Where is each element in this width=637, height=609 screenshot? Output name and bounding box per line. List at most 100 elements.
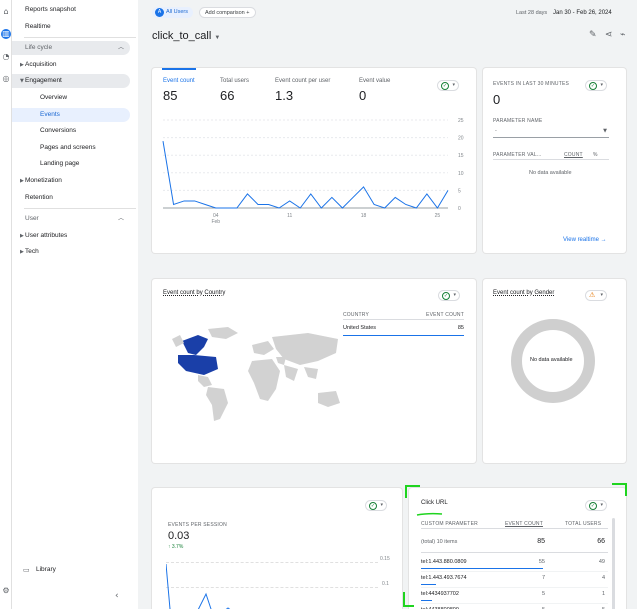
y-tick-label: 15 xyxy=(458,153,464,159)
table-divider xyxy=(493,159,609,160)
reports-sidebar: Reports snapshot Realtime Life cycle ︿ ▶ A… xyxy=(12,0,138,609)
nav-divider xyxy=(24,37,136,38)
folder-icon: ▭ xyxy=(23,566,30,574)
gear-icon[interactable]: ⚙ xyxy=(1,586,11,596)
add-comparison-button[interactable]: Add comparison + xyxy=(199,7,256,18)
nav-life-cycle[interactable]: Life cycle ︿ xyxy=(12,41,130,55)
date-range-picker[interactable]: Jan 30 - Feb 26, 2024 xyxy=(553,10,612,16)
nav-conversions[interactable]: Conversions xyxy=(12,124,130,138)
quality-status-button[interactable]: ✓ ▾ xyxy=(438,290,460,301)
reports-icon[interactable]: ▥ xyxy=(1,29,11,39)
quality-status-button[interactable]: ✓ ▾ xyxy=(437,80,459,91)
country-name[interactable]: United States xyxy=(343,325,376,331)
x-tick-sublabel: Feb xyxy=(211,219,220,225)
column-header[interactable]: EVENT COUNT xyxy=(425,312,464,318)
column-header[interactable]: PARAMETER VAL... xyxy=(493,152,542,158)
y-axis-label: 0.1 xyxy=(382,581,389,587)
check-circle-icon: ✓ xyxy=(369,502,377,510)
home-icon[interactable]: ⌂ xyxy=(1,7,11,17)
nav-engagement[interactable]: ▼ Engagement xyxy=(12,74,130,88)
dropdown-arrow-icon: ▼ xyxy=(603,128,607,134)
nav-library[interactable]: ▭ Library xyxy=(12,563,130,577)
chevron-up-icon: ︿ xyxy=(117,44,124,51)
nav-retention[interactable]: Retention xyxy=(12,191,130,205)
caret-right-icon: ▶ xyxy=(20,249,24,255)
chevron-down-icon: ▾ xyxy=(452,82,455,88)
realtime-value: 0 xyxy=(493,92,501,107)
sessions-value: 0.03 xyxy=(168,530,190,542)
metric-label[interactable]: Total users xyxy=(220,78,249,84)
quality-status-button[interactable]: ✓ ▾ xyxy=(585,80,607,91)
report-main: A All Users Add comparison + Last 28 days… xyxy=(138,0,637,609)
chevron-down-icon: ▾ xyxy=(380,502,383,508)
parameter-name-select[interactable]: - ▼ xyxy=(493,126,609,138)
country-share-bar xyxy=(343,335,464,336)
nav-user[interactable]: User ︿ xyxy=(12,212,130,226)
nav-pages-and-screens[interactable]: Pages and screens xyxy=(12,141,130,155)
segment-chip[interactable]: A All Users xyxy=(152,7,194,18)
column-header[interactable]: % xyxy=(593,152,598,158)
page-title[interactable]: click_to_call ▼ xyxy=(152,30,220,42)
chevron-down-icon: ▾ xyxy=(453,292,456,298)
segment-letter-badge: A xyxy=(155,8,164,17)
arrow-right-icon: → xyxy=(600,237,607,243)
metric-value: 0 xyxy=(359,88,367,103)
card-title[interactable]: Event count by Country xyxy=(163,290,225,296)
x-tick-label: 11 xyxy=(287,213,292,219)
event-count-card: Event count 85 Total users 66 Event coun… xyxy=(152,68,476,253)
metric-value: 85 xyxy=(163,88,178,103)
nav-monetization[interactable]: ▶ Monetization xyxy=(12,174,130,188)
nav-divider xyxy=(24,208,136,209)
nav-landing-page[interactable]: Landing page xyxy=(12,157,130,171)
nav-reports-snapshot[interactable]: Reports snapshot xyxy=(12,3,130,17)
caret-right-icon: ▶ xyxy=(20,178,24,184)
collapse-chevron-icon[interactable]: ‹ xyxy=(115,591,119,601)
nav-events[interactable]: Events xyxy=(12,108,130,122)
event-count-series-line xyxy=(162,141,449,209)
metric-value: 1.3 xyxy=(275,88,294,103)
y-tick-label: 25 xyxy=(458,118,464,124)
metric-label[interactable]: Event count per user xyxy=(275,78,330,84)
y-tick-label: 5 xyxy=(458,188,461,194)
caret-right-icon: ▶ xyxy=(20,233,24,239)
nav-tech[interactable]: ▶ Tech xyxy=(12,245,130,259)
share-icon[interactable]: ⋖ xyxy=(605,30,613,40)
plus-icon: + xyxy=(246,10,250,16)
column-header[interactable]: COUNT xyxy=(564,152,583,158)
quality-status-button[interactable]: ✓ ▾ xyxy=(365,500,387,511)
green-highlight-annotation xyxy=(403,483,627,607)
arrow-up-icon: ↑ xyxy=(168,544,171,550)
card-title[interactable]: Event count by Gender xyxy=(493,290,554,296)
y-axis-label: 0.15 xyxy=(380,556,390,562)
nav-acquisition[interactable]: ▶ Acquisition xyxy=(12,58,130,72)
insights-icon[interactable]: ⌁ xyxy=(620,30,625,40)
nav-overview[interactable]: Overview xyxy=(12,91,130,105)
nav-user-attributes[interactable]: ▶ User attributes xyxy=(12,229,130,243)
explore-icon[interactable]: ◔ xyxy=(1,52,11,62)
edit-report-icon[interactable]: ✎ xyxy=(589,30,597,40)
active-metric-bar xyxy=(162,68,196,70)
quality-warning-button[interactable]: ⚠ ▾ xyxy=(585,290,607,301)
realtime-card: EVENTS IN LAST 30 MINUTES ✓ ▾ 0 PARAMETER… xyxy=(483,68,626,253)
gender-card: Event count by Gender ⚠ ▾ No data availab… xyxy=(483,279,626,463)
events-per-session-card: ✓ ▾ EVENTS PER SESSION 0.03 ↑ 3.7% 0.15 0… xyxy=(152,488,402,609)
advertising-icon[interactable]: ◎ xyxy=(1,74,11,84)
event-count-line-chart: 252015105004Feb11 18 25 xyxy=(162,118,464,225)
metric-label[interactable]: Event count xyxy=(163,78,195,84)
metric-label[interactable]: Event value xyxy=(359,78,390,84)
column-header[interactable]: COUNTRY xyxy=(343,312,369,318)
gridline xyxy=(166,562,378,563)
country-card: Event count by Country ✓ ▾ COUNTRY EVENT … xyxy=(152,279,476,463)
sessions-label: EVENTS PER SESSION xyxy=(168,522,227,528)
caret-down-icon: ▼ xyxy=(20,78,24,84)
x-tick-label: 25 xyxy=(435,213,441,219)
view-realtime-link[interactable]: View realtime → xyxy=(563,237,607,243)
empty-state: No data available xyxy=(529,170,572,176)
x-tick-label: 18 xyxy=(361,213,367,219)
warning-icon: ⚠ xyxy=(589,291,596,299)
nav-realtime[interactable]: Realtime xyxy=(12,20,130,34)
sessions-sparkline xyxy=(166,564,231,609)
sessions-change: ↑ 3.7% xyxy=(168,544,184,550)
y-tick-label: 0 xyxy=(458,206,461,212)
parameter-name-label: PARAMETER NAME xyxy=(493,118,543,124)
